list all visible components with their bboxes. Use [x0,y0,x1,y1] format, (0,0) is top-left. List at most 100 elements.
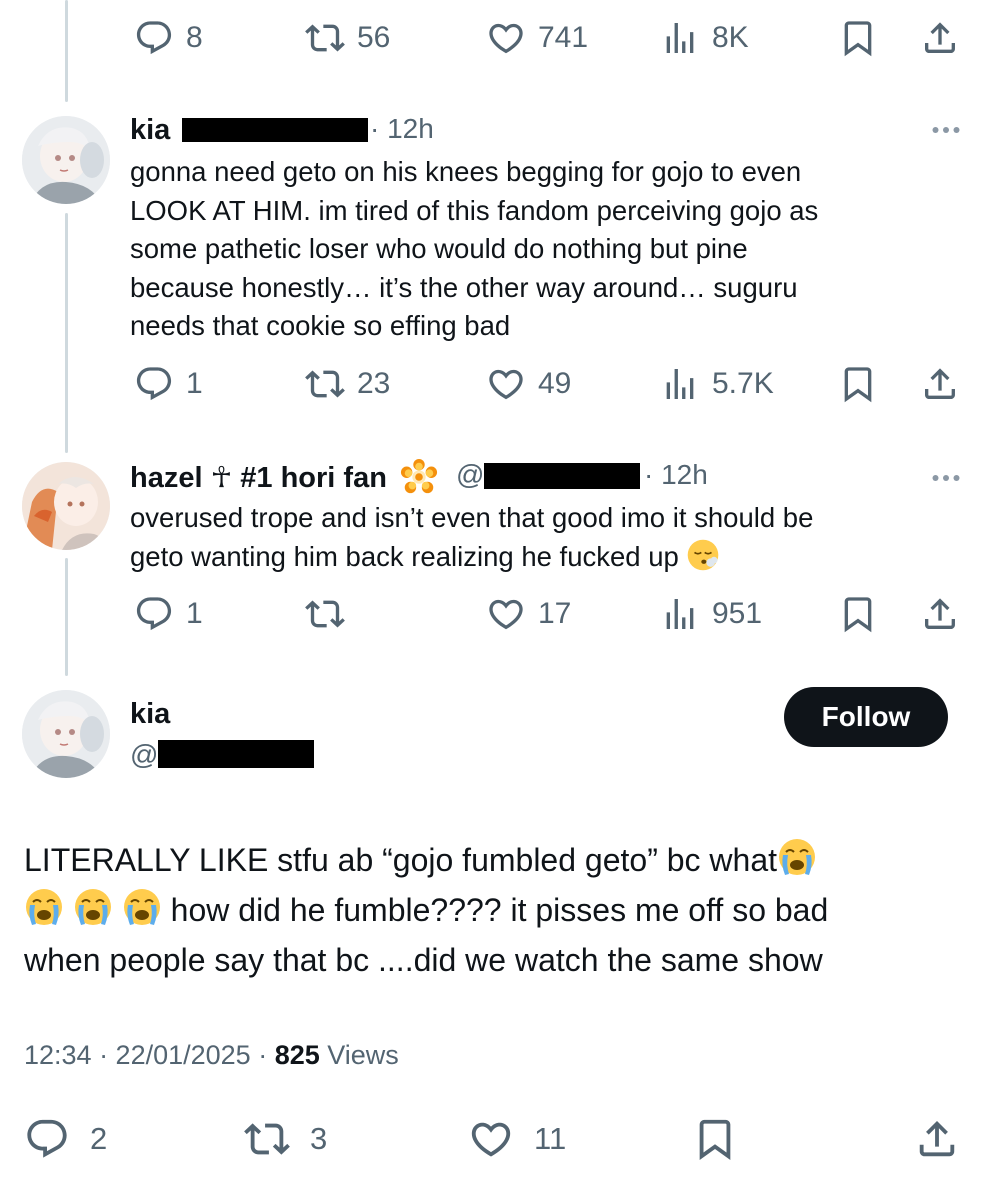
follow-button[interactable]: Follow [784,687,948,747]
views-button[interactable]: 8K [660,18,749,58]
reply-button[interactable]: 1 [134,364,203,404]
like-count: 17 [538,597,572,630]
bookmark-icon [692,1116,738,1162]
bookmark-button[interactable] [838,594,878,634]
repost-button[interactable]: 56 [305,18,390,58]
avatar[interactable] [22,116,110,204]
tweet-text-line-1: LITERALLY LIKE stfu ab “gojo fumbled get… [24,835,828,885]
share-button[interactable] [920,18,960,58]
tweet-text-line: because honestly… it’s the other way aro… [130,271,798,303]
redacted-handle [484,463,640,489]
sweat-emoji [686,538,720,572]
views-label: Views [319,1040,399,1070]
like-icon [468,1116,514,1162]
repost-icon [244,1116,290,1162]
flower-emoji [400,458,438,496]
repost-button[interactable] [305,594,357,634]
thread-line-2 [65,558,68,676]
views-count: 825 [274,1040,320,1070]
bookmark-icon [838,594,878,634]
loudly-crying-emoji [122,887,162,927]
bookmark-button[interactable] [838,364,878,404]
reply-count: 1 [186,367,203,400]
more-icon[interactable] [928,112,964,148]
timestamp[interactable]: · 12h [644,459,708,491]
reply-button[interactable]: 1 [134,594,203,634]
loudly-crying-emoji [73,887,113,927]
avatar-image [22,116,110,204]
reply-button[interactable]: 8 [134,18,203,58]
share-icon [920,18,960,58]
like-count: 11 [534,1121,567,1156]
tweet-text-line: when people say that bc ....did we watch… [24,942,823,978]
repost-count: 56 [357,21,391,54]
avatar-image [22,690,110,778]
handle-at[interactable]: @ [456,459,484,491]
like-icon [486,594,526,634]
like-button[interactable]: 17 [486,594,571,634]
tweet-text-line: overused trope and isn’t even that good … [130,502,814,533]
reply-icon [134,594,174,634]
views-icon [660,18,700,58]
author-name[interactable]: kia [130,698,170,731]
views-button[interactable]: 5.7K [660,364,774,404]
tweet-text-line: geto wanting him back realizing he fucke… [130,540,679,572]
author-name[interactable]: kia [130,114,170,147]
timestamp[interactable]: · 12h [370,113,434,145]
loudly-crying-emoji [777,837,817,877]
bookmark-icon [838,18,878,58]
tweet-text-line: some pathetic loser who would do nothing… [130,233,748,264]
share-button[interactable] [914,1116,960,1162]
reply-icon [24,1116,70,1162]
views-count: 5.7K [712,367,774,400]
loudly-crying-emoji [24,887,64,927]
like-button[interactable]: 49 [486,364,571,404]
share-icon [920,594,960,634]
tweet-text: overused trope and isn’t even that good … [130,499,813,576]
like-icon [486,18,526,58]
more-icon[interactable] [928,460,964,496]
tweet-text: gonna need geto on his knees begging for… [130,153,818,346]
reply-icon [134,364,174,404]
thread-line-top [65,0,68,102]
tweet-text-line: how did he fumble???? it pisses me off s… [161,892,829,928]
redacted-handle [182,118,368,142]
bookmark-button[interactable] [692,1116,738,1162]
tweet-text-line-with-emoji: geto wanting him back realizing he fucke… [130,538,813,577]
avatar[interactable] [22,690,110,778]
thread-line-1 [65,213,68,453]
redacted-handle [158,740,314,768]
reply-icon [134,18,174,58]
views-button[interactable]: 951 [660,594,762,634]
reply-count: 8 [186,21,203,54]
repost-icon [305,594,345,634]
repost-button[interactable]: 3 [244,1116,327,1162]
like-count: 49 [538,367,572,400]
like-button[interactable]: 11 [468,1116,566,1162]
like-count: 741 [538,21,589,54]
like-button[interactable]: 741 [486,18,588,58]
tweet-text-line: LITERALLY LIKE stfu ab “gojo fumbled get… [24,842,778,878]
bookmark-icon [838,364,878,404]
share-button[interactable] [920,594,960,634]
reply-count: 2 [90,1121,108,1156]
handle-at[interactable]: @ [130,739,158,771]
tweet-time[interactable]: 12:34 · 22/01/2025 · [24,1040,275,1070]
avatar[interactable] [22,462,110,550]
repost-button[interactable]: 23 [305,364,390,404]
bookmark-button[interactable] [838,18,878,58]
share-icon [920,364,960,404]
tweet-text-line: needs that cookie so effing bad [130,310,511,341]
reply-button[interactable]: 2 [24,1116,107,1162]
views-icon [660,364,700,404]
tweet-text-line: LOOK AT HIM. im tired of this fandom per… [130,194,819,226]
repost-icon [305,18,345,58]
views-count: 951 [712,597,763,630]
views-icon [660,594,700,634]
tweet-text: LITERALLY LIKE stfu ab “gojo fumbled get… [24,835,828,985]
tweet-text-line-2: how did he fumble???? it pisses me off s… [24,885,828,935]
like-icon [486,364,526,404]
author-name[interactable]: hazel ☥ #1 hori fan [130,460,387,495]
share-button[interactable] [920,364,960,404]
avatar-image [22,462,110,550]
